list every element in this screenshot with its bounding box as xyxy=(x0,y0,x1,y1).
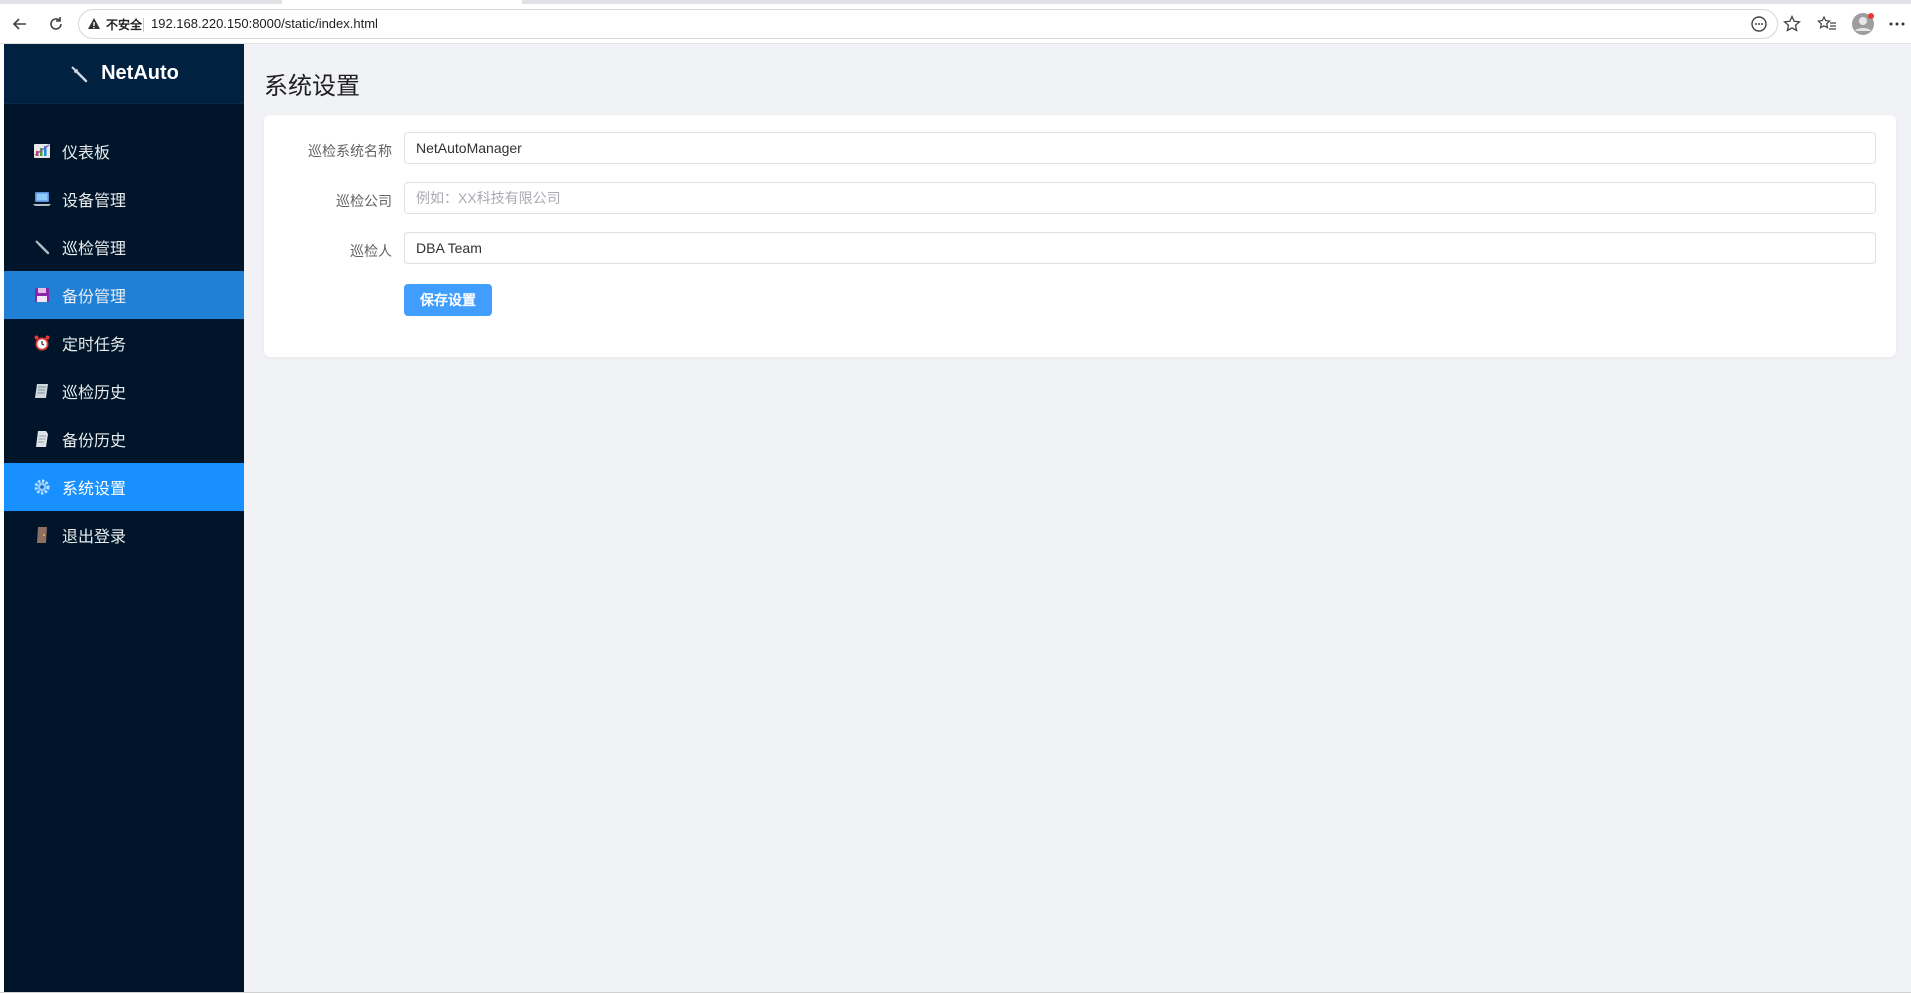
sidebar-item-scheduled-tasks[interactable]: 定时任务 xyxy=(4,319,244,367)
sidebar-item-inspection[interactable]: 巡检管理 xyxy=(4,223,244,271)
favorites-list-icon xyxy=(1817,15,1836,30)
laptop-icon xyxy=(32,189,52,209)
favorites-button[interactable] xyxy=(1813,10,1841,38)
sidebar-item-devices[interactable]: 设备管理 xyxy=(4,175,244,223)
sidebar-item-logout[interactable]: 退出登录 xyxy=(4,511,244,559)
avatar-icon xyxy=(1852,13,1874,35)
address-bar[interactable]: 不安全 192.168.220.150:8000/static/index.ht… xyxy=(78,9,1778,39)
alarm-clock-icon xyxy=(32,333,52,353)
sidebar-item-backup[interactable]: 备份管理 xyxy=(4,271,244,319)
main-content: 系统设置 巡检系统名称 巡检公司 巡检人 保存设置 CSDN @我科绝伦（Hua… xyxy=(244,44,1911,996)
gear-icon xyxy=(32,477,52,497)
insecure-label[interactable]: 不安全 xyxy=(106,16,142,33)
browser-toolbar: 不安全 192.168.220.150:8000/static/index.ht… xyxy=(0,4,1911,44)
more-circle-icon xyxy=(1751,16,1767,32)
sidebar-item-inspection-history[interactable]: 巡检历史 xyxy=(4,367,244,415)
back-button[interactable] xyxy=(2,4,38,44)
ellipsis-icon xyxy=(1889,22,1905,26)
sidebar: NetAuto 仪表板 设备管理 巡检管理 备份管理 定时任务 巡检历史 备份历… xyxy=(4,44,244,992)
profile-button[interactable] xyxy=(1849,10,1877,38)
sidebar-menu: 仪表板 设备管理 巡检管理 备份管理 定时任务 巡检历史 备份历史 系统设置 退… xyxy=(4,127,244,559)
sidebar-item-label: 巡检历史 xyxy=(62,383,127,402)
document-icon xyxy=(32,429,52,449)
reader-mode-button[interactable] xyxy=(1745,10,1773,38)
sidebar-item-label: 系统设置 xyxy=(62,479,127,498)
sidebar-item-dashboard[interactable]: 仪表板 xyxy=(4,127,244,175)
form-row-company: 巡检公司 xyxy=(264,182,1896,216)
wrench-icon xyxy=(32,237,52,257)
sidebar-item-label: 巡检管理 xyxy=(62,239,127,258)
sidebar-item-settings[interactable]: 系统设置 xyxy=(4,463,244,511)
sidebar-item-backup-history[interactable]: 备份历史 xyxy=(4,415,244,463)
save-settings-button[interactable]: 保存设置 xyxy=(404,284,492,316)
dashboard-icon xyxy=(32,141,52,161)
form-row-system-name: 巡检系统名称 xyxy=(264,132,1896,166)
system-name-input[interactable] xyxy=(404,132,1876,164)
wrench-icon xyxy=(69,64,89,84)
brand-name: NetAuto xyxy=(101,62,179,84)
door-icon xyxy=(32,525,52,545)
form-row-inspector: 巡检人 xyxy=(264,232,1896,266)
settings-card: 巡检系统名称 巡检公司 巡检人 保存设置 xyxy=(264,115,1896,357)
sidebar-item-label: 仪表板 xyxy=(62,143,111,162)
system-name-label: 巡检系统名称 xyxy=(308,144,392,160)
sidebar-item-label: 退出登录 xyxy=(62,527,127,546)
star-icon xyxy=(1783,15,1801,32)
url-text[interactable]: 192.168.220.150:8000/static/index.html xyxy=(151,16,378,31)
page-title: 系统设置 xyxy=(264,72,360,100)
sidebar-item-label: 设备管理 xyxy=(62,191,127,210)
inspector-label: 巡检人 xyxy=(350,244,392,260)
company-label: 巡检公司 xyxy=(336,194,392,210)
window-bottom-border xyxy=(0,992,1911,996)
reload-button[interactable] xyxy=(38,4,74,44)
bookmark-button[interactable] xyxy=(1778,10,1806,38)
company-input[interactable] xyxy=(404,182,1876,214)
warning-icon xyxy=(88,18,100,29)
notebook-icon xyxy=(32,381,52,401)
omnibox-divider xyxy=(143,18,144,32)
reload-icon xyxy=(50,17,62,30)
inspector-input[interactable] xyxy=(404,232,1876,264)
menu-button[interactable] xyxy=(1883,10,1911,38)
sidebar-item-label: 备份管理 xyxy=(62,287,127,306)
sidebar-item-label: 备份历史 xyxy=(62,431,127,450)
sidebar-item-label: 定时任务 xyxy=(62,335,127,354)
floppy-disk-icon xyxy=(32,285,52,305)
back-arrow-icon xyxy=(12,18,26,30)
brand-header[interactable]: NetAuto xyxy=(4,44,244,104)
